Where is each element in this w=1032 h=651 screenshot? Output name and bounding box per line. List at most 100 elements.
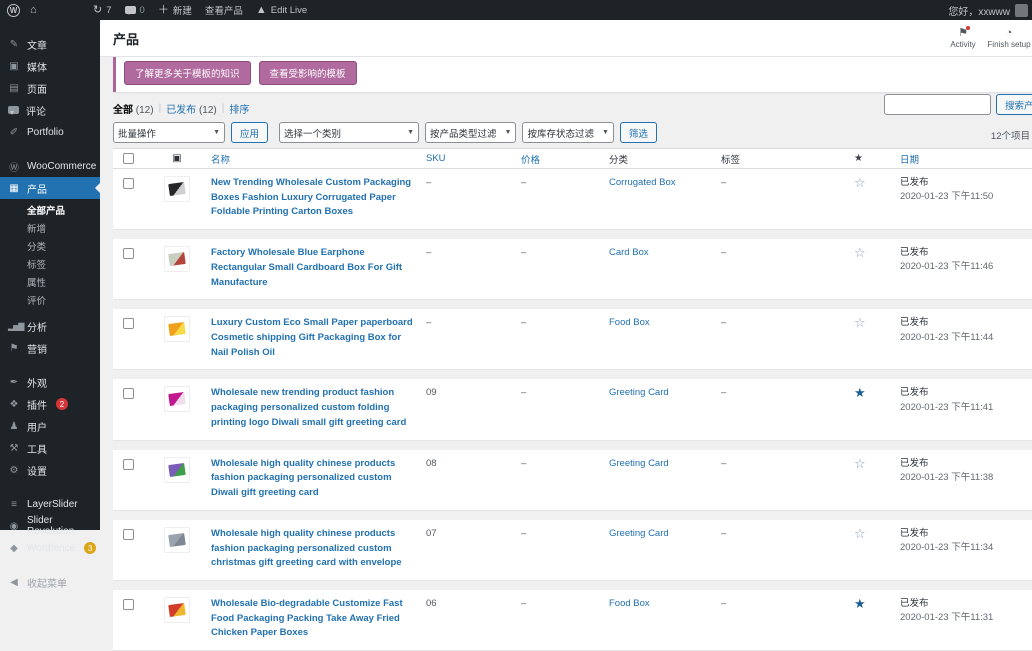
sidebar-item-pages[interactable]: ▤页面 [0, 77, 100, 99]
view-affected-templates-button[interactable]: 查看受影响的模板 [259, 61, 357, 85]
featured-star-filled-icon[interactable]: ★ [854, 385, 866, 400]
bulk-actions-select[interactable]: 批量操作▼ [113, 122, 225, 143]
product-thumbnail-image [168, 252, 186, 266]
sidebar-subitem[interactable]: 属性 [0, 273, 100, 291]
learn-templates-button[interactable]: 了解更多关于模板的知识 [124, 61, 251, 85]
column-header-sku[interactable]: SKU [426, 153, 521, 164]
sidebar-item-wordfence[interactable]: ◆Wordfence3 [0, 537, 100, 559]
wordpress-logo-icon[interactable]: W [7, 4, 20, 17]
product-thumbnail[interactable] [164, 176, 190, 202]
product-sku: – [426, 316, 521, 360]
product-name-link[interactable]: Factory Wholesale Blue Earphone Rectangu… [211, 246, 426, 290]
product-thumbnail[interactable] [164, 246, 190, 272]
sidebar-item-settings[interactable]: ⚙设置 [0, 459, 100, 481]
sidebar-item-posts[interactable]: ✎文章 [0, 33, 100, 55]
product-name-link[interactable]: Wholesale high quality chinese products … [211, 457, 426, 501]
page-title: 产品 [113, 29, 139, 48]
updates-menu[interactable]: ↻ 7 [93, 5, 112, 16]
product-category-link[interactable]: Greeting Card [609, 386, 721, 430]
product-category-link[interactable]: Greeting Card [609, 527, 721, 571]
user-greeting[interactable]: 您好，xxwww [948, 3, 1010, 18]
row-checkbox[interactable] [123, 599, 134, 610]
finish-setup-button[interactable]: ◔ Finish setup [986, 20, 1032, 57]
sidebar-item-collapse-menu[interactable]: ◀收起菜单 [0, 571, 100, 593]
sidebar-item-users[interactable]: ♟用户 [0, 415, 100, 437]
avatar[interactable] [1015, 4, 1028, 17]
sidebar-subitem[interactable]: 标签 [0, 255, 100, 273]
sidebar-subitem[interactable]: 新增 [0, 219, 100, 237]
view-published-link[interactable]: 已发布 (12) [166, 101, 217, 116]
view-sort-link[interactable]: 排序 [229, 101, 249, 116]
product-category-link[interactable]: Greeting Card [609, 457, 721, 501]
sidebar-item-media[interactable]: ▣媒体 [0, 55, 100, 77]
sidebar-item-label: 文章 [27, 37, 47, 52]
product-category-link[interactable]: Card Box [609, 246, 721, 290]
edit-live-link[interactable]: ▲ Edit Live [256, 5, 307, 16]
sidebar-subitem[interactable]: 分类 [0, 237, 100, 255]
apply-button[interactable]: 应用 [231, 122, 268, 143]
sidebar-item-layerslider[interactable]: ≡LayerSlider [0, 493, 100, 515]
stock-status-filter-select[interactable]: 按库存状态过滤▼ [522, 122, 613, 143]
column-header-date[interactable]: 日期 [900, 152, 1032, 166]
home-icon[interactable]: ⌂ [30, 5, 37, 16]
view-all-link[interactable]: 全部 (12) [113, 101, 154, 116]
sidebar-item-comments[interactable]: 评论 [0, 99, 100, 121]
comments-menu[interactable]: 0 [125, 5, 145, 16]
sidebar-submenu: 全部产品新增分类标签属性评价 [0, 199, 100, 315]
row-checkbox[interactable] [123, 459, 134, 470]
sidebar-item-portfolio[interactable]: ✐Portfolio [0, 121, 100, 143]
select-all-checkbox[interactable] [123, 153, 134, 164]
product-name-link[interactable]: Wholesale high quality chinese products … [211, 527, 426, 571]
product-thumbnail[interactable] [164, 316, 190, 342]
category-filter-select[interactable]: 选择一个类别▼ [279, 122, 419, 143]
new-content-menu[interactable]: ＋ 新建 [158, 3, 192, 17]
sidebar-item-tools[interactable]: ⚒工具 [0, 437, 100, 459]
sidebar-item-analytics[interactable]: ▂▅▇分析 [0, 315, 100, 337]
sidebar-item-woocommerce[interactable]: ⓌWooCommerce [0, 155, 100, 177]
filter-button[interactable]: 筛选 [620, 122, 657, 143]
publish-datetime: 2020-01-23 下午11:44 [900, 331, 1032, 345]
product-thumbnail[interactable] [164, 386, 190, 412]
sidebar-item-plugins[interactable]: ❖插件2 [0, 393, 100, 415]
product-category-link[interactable]: Corrugated Box [609, 176, 721, 220]
featured-star-outline-icon[interactable]: ☆ [854, 315, 866, 330]
sidebar-item-slider-revolution[interactable]: ◉Slider Revolution [0, 515, 100, 537]
search-input[interactable] [884, 94, 991, 115]
updates-icon: ↻ [93, 5, 102, 16]
sidebar-item-products[interactable]: ▦产品 [0, 177, 100, 199]
product-name-link[interactable]: Wholesale Bio-degradable Customize Fast … [211, 597, 426, 641]
product-thumbnail[interactable] [164, 597, 190, 623]
column-header-price[interactable]: 价格 [521, 152, 609, 166]
plus-icon: ＋ [158, 5, 169, 16]
featured-star-outline-icon[interactable]: ☆ [854, 175, 866, 190]
product-category-link[interactable]: Food Box [609, 316, 721, 360]
product-name-link[interactable]: New Trending Wholesale Custom Packaging … [211, 176, 426, 220]
publish-status: 已发布 [900, 246, 1032, 260]
sidebar-subitem[interactable]: 评价 [0, 291, 100, 309]
row-checkbox[interactable] [123, 388, 134, 399]
sidebar-item-marketing[interactable]: ⚑营销 [0, 337, 100, 359]
row-checkbox[interactable] [123, 178, 134, 189]
view-product-link[interactable]: 查看产品 [205, 3, 243, 17]
product-category-link[interactable]: Food Box [609, 597, 721, 641]
product-thumbnail[interactable] [164, 457, 190, 483]
sidebar-item-appearance[interactable]: ✒外观 [0, 371, 100, 393]
featured-star-outline-icon[interactable]: ☆ [854, 456, 866, 471]
featured-star-filled-icon[interactable]: ★ [854, 596, 866, 611]
search-products-button[interactable]: 搜索产品 [996, 94, 1032, 115]
chevron-down-icon: ▼ [407, 129, 414, 136]
row-checkbox[interactable] [123, 248, 134, 259]
column-header-name[interactable]: 名称 [211, 152, 426, 166]
featured-star-outline-icon[interactable]: ☆ [854, 245, 866, 260]
row-checkbox[interactable] [123, 318, 134, 329]
row-checkbox[interactable] [123, 529, 134, 540]
product-thumbnail[interactable] [164, 527, 190, 553]
product-name-link[interactable]: Luxury Custom Eco Small Paper paperboard… [211, 316, 426, 360]
sidebar-menu: ✎文章▣媒体▤页面评论✐PortfolioⓌWooCommerce▦产品全部产品… [0, 20, 100, 530]
featured-star-outline-icon[interactable]: ☆ [854, 526, 866, 541]
product-type-filter-select[interactable]: 按产品类型过滤▼ [425, 122, 516, 143]
product-name-link[interactable]: Wholesale new trending product fashion p… [211, 386, 426, 430]
sidebar-subitem[interactable]: 全部产品 [0, 201, 100, 219]
activity-button[interactable]: ⚑ Activity [940, 20, 986, 57]
product-thumbnail-image [168, 603, 186, 617]
